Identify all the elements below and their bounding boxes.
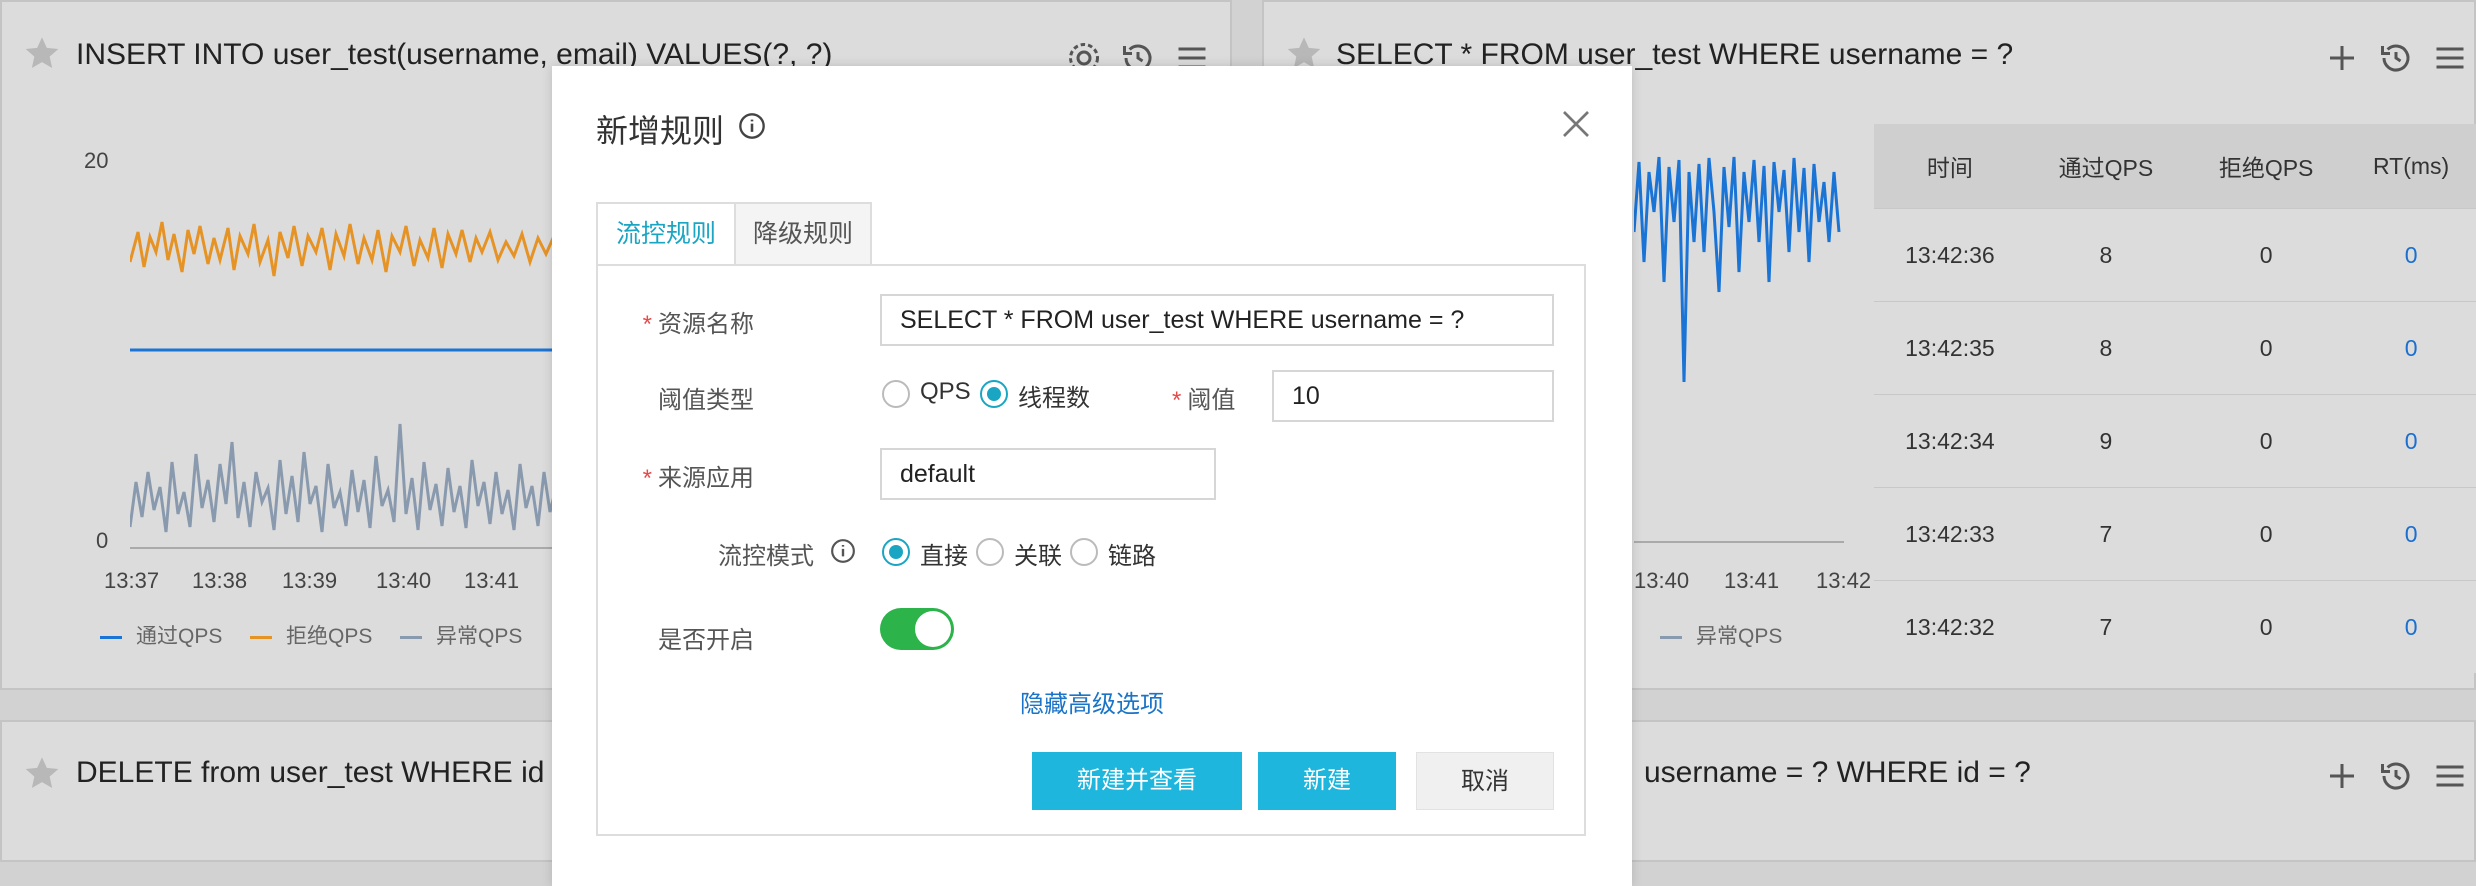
dialog-title: 新增规则: [596, 113, 725, 149]
history-icon[interactable]: [2378, 40, 2414, 76]
cell-pass-qps: 9: [2025, 394, 2187, 488]
radio-chain-label[interactable]: 链路: [1108, 536, 1156, 571]
star-icon[interactable]: [22, 754, 62, 794]
threshold-type-label: 阈值类型: [658, 387, 754, 414]
exception-qps-series: [130, 423, 570, 533]
cell-pass-qps: 8: [2025, 301, 2187, 395]
x-tick-label: 13:40: [376, 568, 432, 593]
plus-icon[interactable]: [2324, 40, 2360, 76]
radio-associate[interactable]: [976, 538, 1004, 566]
block-qps-series: [130, 221, 570, 277]
resource-name-input[interactable]: SELECT * FROM user_test WHERE username =…: [880, 294, 1554, 346]
legend-label: 异常QPS: [1696, 625, 1783, 648]
legend-item-pass[interactable]: 通过QPS: [100, 620, 222, 650]
legend-item-exception[interactable]: 异常QPS: [400, 620, 522, 650]
info-icon[interactable]: [830, 538, 856, 564]
control-mode-label: 流控模式: [718, 543, 814, 570]
cell-block-qps: 0: [2186, 208, 2347, 302]
table-header-row: 时间 通过QPS 拒绝QPS RT(ms): [1874, 124, 2476, 209]
table-row: 13:42:35 8 0 0: [1874, 301, 2476, 395]
legend-item-block[interactable]: 拒绝QPS: [250, 620, 372, 650]
cell-block-qps: 0: [2186, 301, 2347, 395]
qps-line-chart: [130, 221, 570, 549]
panel-title: username = ? WHERE id = ?: [1644, 756, 2031, 789]
flow-rule-form: * 资源名称 SELECT * FROM user_test WHERE user…: [596, 264, 1586, 836]
cell-pass-qps: 7: [2025, 580, 2187, 673]
cell-block-qps: 0: [2186, 487, 2347, 581]
cell-time: 13:42:32: [1874, 580, 2026, 673]
radio-chain[interactable]: [1070, 538, 1098, 566]
add-rule-dialog: 新增规则 降级规则 流控规则 * 资源名称 SELECT * FROM user_…: [552, 66, 1632, 886]
legend-item-exception[interactable]: 异常QPS: [1660, 620, 1782, 650]
cell-rt: 0: [2346, 580, 2476, 673]
table-row: 13:42:34 9 0 0: [1874, 394, 2476, 488]
pass-qps-chart: [1634, 156, 1844, 543]
y-axis-max-label: 20: [84, 148, 109, 173]
y-axis-min-label: 0: [96, 528, 109, 553]
cell-time: 13:42:34: [1874, 394, 2026, 488]
cell-rt: 0: [2346, 394, 2476, 488]
legend-label: 通过QPS: [136, 625, 223, 648]
origin-app-input[interactable]: default: [880, 448, 1216, 500]
cell-block-qps: 0: [2186, 580, 2347, 673]
tab-flow-rule[interactable]: 流控规则: [596, 202, 736, 266]
legend-label: 拒绝QPS: [286, 625, 373, 648]
radio-qps-label[interactable]: QPS: [920, 378, 971, 406]
threshold-input[interactable]: 10: [1272, 370, 1554, 422]
radio-direct-label[interactable]: 直接: [920, 536, 968, 571]
hide-advanced-options-link[interactable]: 隐藏高级选项: [1020, 684, 1164, 719]
x-tick-label: 13:42: [1816, 568, 1872, 593]
cell-rt: 0: [2346, 487, 2476, 581]
cell-block-qps: 0: [2186, 394, 2347, 488]
column-header: 通过QPS: [2025, 124, 2187, 209]
cell-pass-qps: 7: [2025, 487, 2187, 581]
radio-direct[interactable]: [882, 538, 910, 566]
cell-time: 13:42:35: [1874, 301, 2026, 395]
x-tick-label: 13:39: [282, 568, 338, 593]
tab-degrade-rule[interactable]: 降级规则: [734, 202, 872, 266]
x-tick-label: 13:40: [1634, 568, 1690, 593]
column-header: 时间: [1874, 124, 2026, 209]
realtime-metrics-table: 时间 通过QPS 拒绝QPS RT(ms) 13:42:36 8 0 0 13:…: [1874, 124, 2476, 673]
x-tick-label: 13:38: [192, 568, 248, 593]
cell-time: 13:42:33: [1874, 487, 2026, 581]
table-row: 13:42:36 8 0 0: [1874, 208, 2476, 302]
star-icon[interactable]: [22, 34, 62, 74]
radio-associate-label[interactable]: 关联: [1014, 536, 1062, 571]
enabled-label: 是否开启: [658, 627, 754, 654]
cancel-button[interactable]: 取消: [1416, 752, 1554, 810]
close-icon[interactable]: [1558, 106, 1594, 142]
resource-name-label: * 资源名称: [642, 311, 754, 338]
legend-label: 异常QPS: [436, 625, 523, 648]
info-icon[interactable]: [738, 112, 766, 140]
x-tick-label: 13:37: [104, 568, 160, 593]
panel-title: DELETE from user_test WHERE id =: [76, 756, 571, 789]
enabled-toggle[interactable]: [880, 608, 954, 650]
threshold-label: * 阈值: [1172, 387, 1236, 414]
radio-thread-count-label[interactable]: 线程数: [1018, 378, 1090, 413]
history-icon[interactable]: [2378, 758, 2414, 794]
menu-icon[interactable]: [2432, 758, 2468, 794]
x-tick-label: 13:41: [1724, 568, 1780, 593]
table-row: 13:42:33 7 0 0: [1874, 487, 2476, 581]
radio-thread-count[interactable]: [980, 380, 1008, 408]
create-button[interactable]: 新建: [1258, 752, 1396, 810]
origin-app-label: * 来源应用: [642, 465, 754, 492]
plus-icon[interactable]: [2324, 758, 2360, 794]
create-and-view-button[interactable]: 新建并查看: [1032, 752, 1242, 810]
column-header: RT(ms): [2346, 124, 2476, 209]
menu-icon[interactable]: [2432, 40, 2468, 76]
cell-rt: 0: [2346, 301, 2476, 395]
cell-time: 13:42:36: [1874, 208, 2026, 302]
column-header: 拒绝QPS: [2186, 124, 2347, 209]
x-tick-label: 13:41: [464, 568, 520, 593]
table-row: 13:42:32 7 0 0: [1874, 580, 2476, 673]
radio-qps[interactable]: [882, 380, 910, 408]
cell-rt: 0: [2346, 208, 2476, 302]
cell-pass-qps: 8: [2025, 208, 2187, 302]
